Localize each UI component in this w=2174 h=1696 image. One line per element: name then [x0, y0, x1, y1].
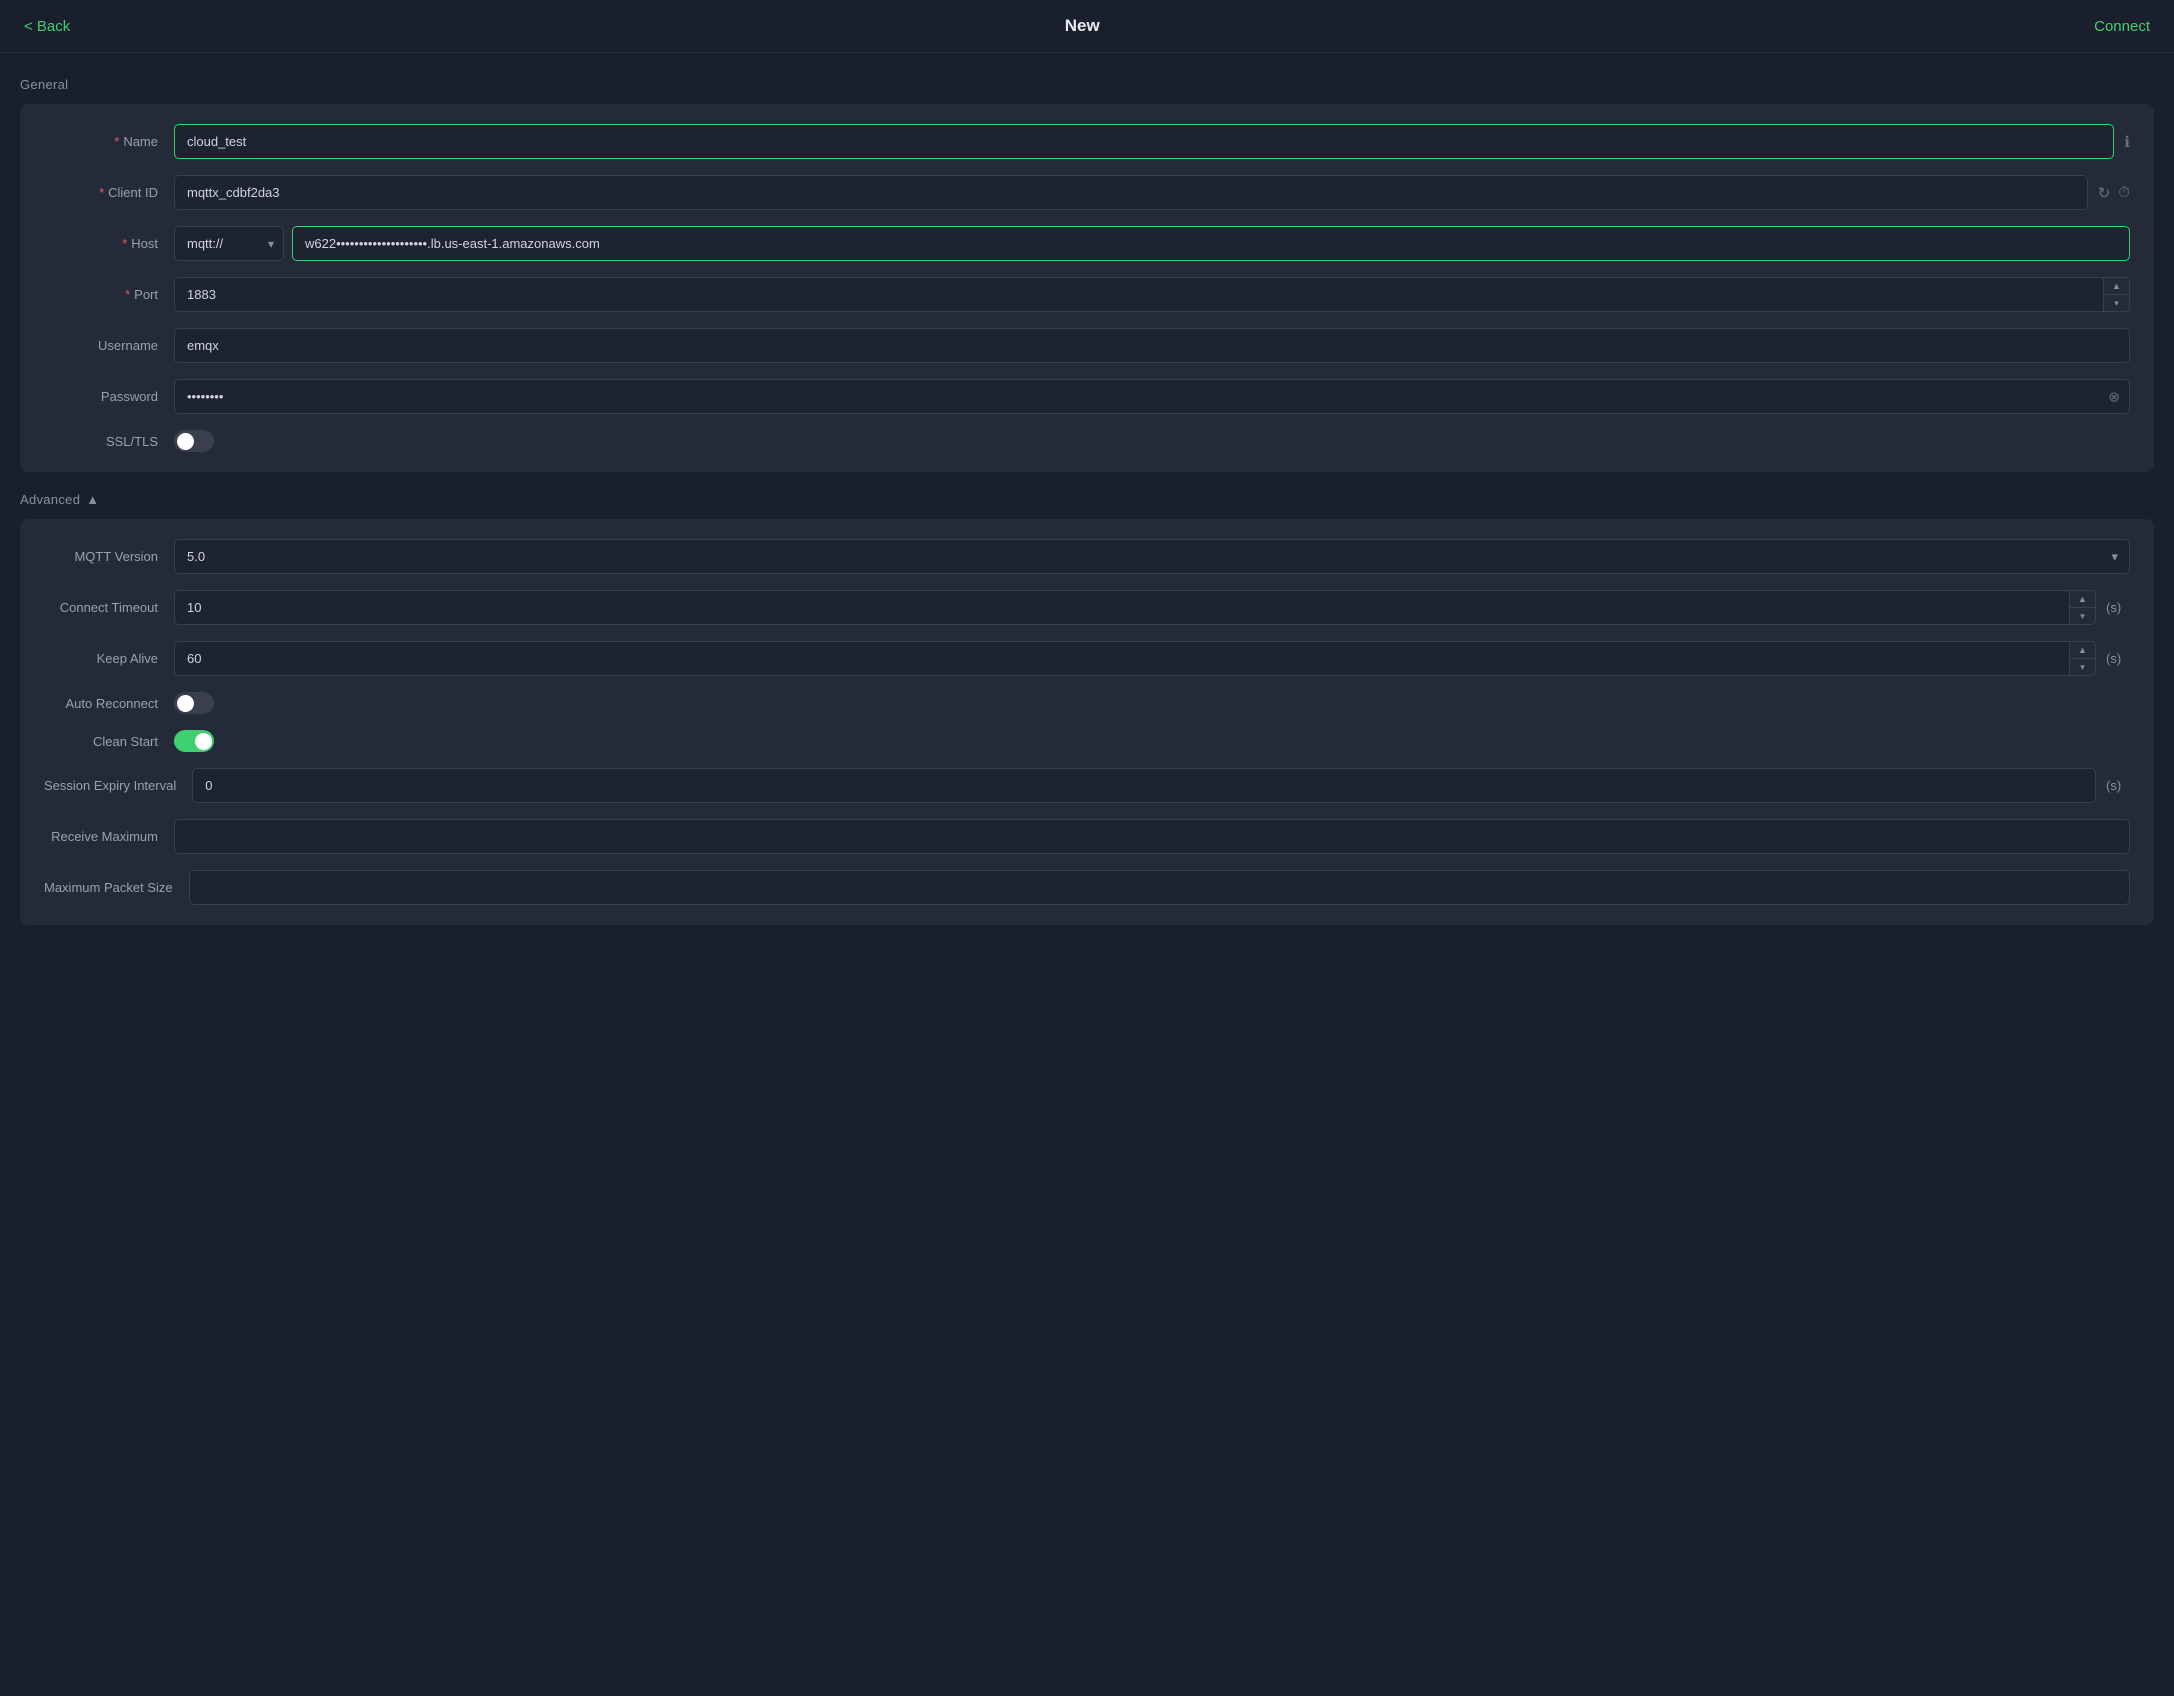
main-content: General *Name ℹ *Client ID ↻ ⏱ — [0, 53, 2174, 969]
mqtt-version-select-wrap: 3.1 3.1.1 5.0 — [174, 539, 2130, 574]
clean-start-row: Clean Start — [44, 730, 2130, 752]
keep-alive-wrap: ▲ ▾ — [174, 641, 2096, 676]
name-row: *Name ℹ — [44, 124, 2130, 159]
page-title: New — [1065, 16, 1100, 36]
session-expiry-unit: (s) — [2106, 778, 2130, 793]
host-row: *Host mqtt:// mqtts:// ws:// wss:// — [44, 226, 2130, 261]
timeout-decrement[interactable]: ▾ — [2070, 608, 2095, 624]
max-packet-size-row: Maximum Packet Size — [44, 870, 2130, 905]
connect-timeout-wrap: ▲ ▾ — [174, 590, 2096, 625]
host-protocol-select[interactable]: mqtt:// mqtts:// ws:// wss:// — [174, 226, 284, 261]
refresh-icon[interactable]: ↻ — [2098, 184, 2111, 202]
ssl-tls-label: SSL/TLS — [44, 434, 174, 449]
name-label: *Name — [44, 134, 174, 149]
receive-maximum-row: Receive Maximum — [44, 819, 2130, 854]
session-expiry-label: Session Expiry Interval — [44, 778, 192, 793]
advanced-section-label[interactable]: Advanced ▲ — [20, 492, 2154, 507]
header: < Back New Connect — [0, 0, 2174, 53]
auto-reconnect-label: Auto Reconnect — [44, 696, 174, 711]
keep-alive-label: Keep Alive — [44, 651, 174, 666]
required-star-2: * — [99, 185, 104, 200]
keep-alive-stepper: ▲ ▾ — [2069, 642, 2095, 675]
clean-start-slider — [174, 730, 214, 752]
auto-reconnect-toggle[interactable] — [174, 692, 214, 714]
keep-alive-unit: (s) — [2106, 651, 2130, 666]
ssl-tls-toggle[interactable] — [174, 430, 214, 452]
client-id-row: *Client ID ↻ ⏱ — [44, 175, 2130, 210]
mqtt-version-row: MQTT Version 3.1 3.1.1 5.0 — [44, 539, 2130, 574]
keepalive-increment[interactable]: ▲ — [2070, 642, 2095, 659]
mqtt-version-label: MQTT Version — [44, 549, 174, 564]
advanced-card: MQTT Version 3.1 3.1.1 5.0 Connect Timeo… — [20, 519, 2154, 925]
advanced-chevron-icon: ▲ — [86, 492, 99, 507]
client-id-input-wrap — [174, 175, 2088, 210]
timeout-increment[interactable]: ▲ — [2070, 591, 2095, 608]
required-star-3: * — [122, 236, 127, 251]
required-star: * — [114, 134, 119, 149]
connect-timeout-unit: (s) — [2106, 600, 2130, 615]
password-input-wrap: ⊗ — [174, 379, 2130, 414]
session-expiry-row: Session Expiry Interval (s) — [44, 768, 2130, 803]
port-input[interactable] — [174, 277, 2130, 312]
mqtt-version-select[interactable]: 3.1 3.1.1 5.0 — [174, 539, 2130, 574]
keep-alive-input[interactable] — [174, 641, 2096, 676]
keepalive-decrement[interactable]: ▾ — [2070, 659, 2095, 675]
connect-timeout-stepper: ▲ ▾ — [2069, 591, 2095, 624]
password-row: Password ⊗ — [44, 379, 2130, 414]
receive-maximum-input[interactable] — [174, 819, 2130, 854]
keep-alive-row: Keep Alive ▲ ▾ (s) — [44, 641, 2130, 676]
port-input-wrap: ▲ ▾ — [174, 277, 2130, 312]
ssl-tls-slider — [174, 430, 214, 452]
client-id-input[interactable] — [174, 175, 2088, 210]
required-star-4: * — [125, 287, 130, 302]
general-section-label: General — [20, 77, 2154, 92]
max-packet-size-label: Maximum Packet Size — [44, 880, 189, 895]
info-icon[interactable]: ℹ — [2124, 133, 2130, 151]
client-id-label: *Client ID — [44, 185, 174, 200]
session-expiry-input[interactable] — [192, 768, 2096, 803]
receive-maximum-label: Receive Maximum — [44, 829, 174, 844]
port-label: *Port — [44, 287, 174, 302]
connect-timeout-input[interactable] — [174, 590, 2096, 625]
username-input[interactable] — [174, 328, 2130, 363]
connect-timeout-row: Connect Timeout ▲ ▾ (s) — [44, 590, 2130, 625]
username-row: Username — [44, 328, 2130, 363]
clear-password-icon[interactable]: ⊗ — [2108, 388, 2120, 405]
port-row: *Port ▲ ▾ — [44, 277, 2130, 312]
max-packet-size-input[interactable] — [189, 870, 2130, 905]
advanced-label-text: Advanced — [20, 492, 80, 507]
clean-start-toggle[interactable] — [174, 730, 214, 752]
name-input[interactable] — [174, 124, 2114, 159]
general-card: *Name ℹ *Client ID ↻ ⏱ *Ho — [20, 104, 2154, 472]
password-label: Password — [44, 389, 174, 404]
back-button[interactable]: < Back — [24, 18, 70, 35]
username-label: Username — [44, 338, 174, 353]
connect-button[interactable]: Connect — [2094, 18, 2150, 35]
clock-icon[interactable]: ⏱ — [2118, 184, 2130, 201]
connect-timeout-label: Connect Timeout — [44, 600, 174, 615]
host-input[interactable] — [292, 226, 2130, 261]
host-protocol-wrapper: mqtt:// mqtts:// ws:// wss:// — [174, 226, 284, 261]
auto-reconnect-row: Auto Reconnect — [44, 692, 2130, 714]
client-id-icons: ↻ ⏱ — [2098, 184, 2130, 202]
clean-start-label: Clean Start — [44, 734, 174, 749]
host-group: mqtt:// mqtts:// ws:// wss:// — [174, 226, 2130, 261]
name-input-wrap — [174, 124, 2114, 159]
auto-reconnect-slider — [174, 692, 214, 714]
password-input[interactable] — [174, 379, 2130, 414]
port-increment[interactable]: ▲ — [2104, 278, 2129, 295]
ssl-tls-row: SSL/TLS — [44, 430, 2130, 452]
name-icons: ℹ — [2124, 133, 2130, 151]
host-label: *Host — [44, 236, 174, 251]
port-decrement[interactable]: ▾ — [2104, 295, 2129, 311]
port-stepper: ▲ ▾ — [2103, 278, 2129, 311]
